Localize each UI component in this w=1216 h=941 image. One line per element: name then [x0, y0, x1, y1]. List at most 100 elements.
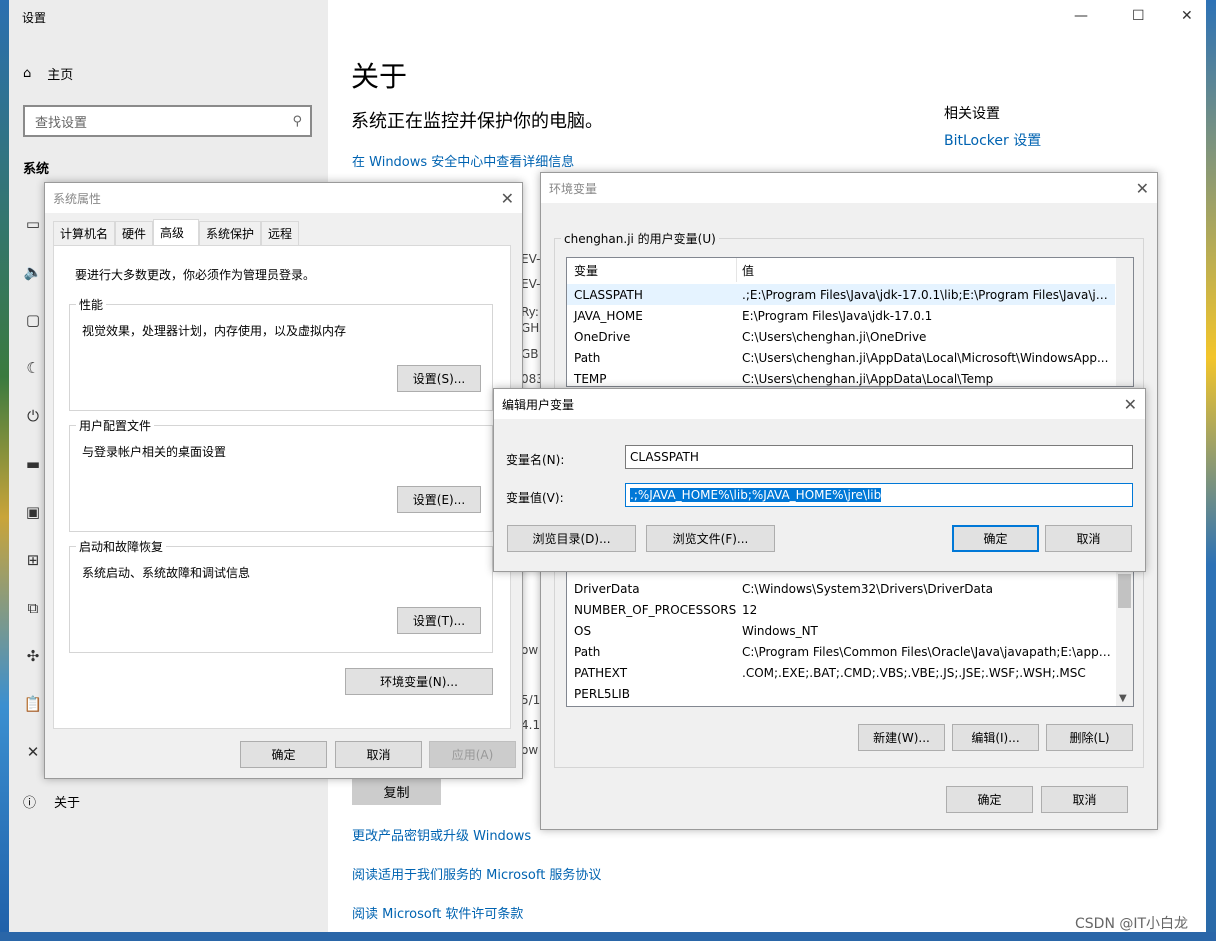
- close-icon[interactable]: ✕: [501, 189, 514, 208]
- change-product-key-link[interactable]: 更改产品密钥或升级 Windows: [352, 825, 531, 844]
- performance-settings-button[interactable]: 设置(S)...: [397, 365, 481, 392]
- tab-computer-name[interactable]: 计算机名: [53, 221, 116, 245]
- variable-value-field[interactable]: .;%JAVA_HOME%\lib;%JAVA_HOME%\jre\lib: [625, 483, 1133, 507]
- variable-value: C:\Program Files\Common Files\Oracle\Jav…: [742, 644, 1112, 659]
- column-name[interactable]: 变量: [574, 262, 598, 279]
- dialog-titlebar[interactable]: 编辑用户变量 ✕: [494, 389, 1145, 419]
- list-item[interactable]: NUMBER_OF_PROCESSORS 12: [567, 599, 1115, 620]
- clipboard-icon[interactable]: 📋: [23, 695, 43, 713]
- browse-file-button[interactable]: 浏览文件(F)...: [646, 525, 775, 552]
- variable-value: C:\Users\chenghan.ji\OneDrive: [742, 329, 927, 344]
- user-profile-label: 用户配置文件: [76, 417, 155, 434]
- nav-about[interactable]: ⓘ 关于: [23, 792, 80, 811]
- edit-variable-button[interactable]: 编辑(I)...: [952, 724, 1039, 751]
- display-icon[interactable]: ▭: [23, 215, 43, 233]
- edit-user-variable-dialog: 编辑用户变量 ✕ 变量名(N): CLASSPATH 变量值(V): .;%JA…: [493, 388, 1146, 572]
- ok-button[interactable]: 确定: [240, 741, 327, 768]
- power-icon[interactable]: ⏻: [23, 407, 43, 425]
- list-item[interactable]: JAVA_HOME E:\Program Files\Java\jdk-17.0…: [567, 305, 1115, 326]
- variable-value-label: 变量值(V):: [506, 491, 564, 505]
- list-item[interactable]: PATHEXT .COM;.EXE;.BAT;.CMD;.VBS;.VBE;.J…: [567, 662, 1115, 683]
- tab-advanced[interactable]: 高级: [153, 219, 200, 245]
- nav-home[interactable]: ⌂ 主页: [23, 64, 73, 83]
- home-icon: ⌂: [23, 66, 32, 81]
- desktop-right-edge: [1206, 0, 1216, 941]
- environment-variables-button[interactable]: 环境变量(N)...: [345, 668, 493, 695]
- variable-name-field[interactable]: CLASSPATH: [625, 445, 1133, 469]
- close-icon[interactable]: ✕: [1181, 8, 1193, 24]
- scrollbar[interactable]: [1116, 258, 1133, 386]
- list-item[interactable]: PERL5LIB: [567, 683, 1115, 704]
- tab-system-protection[interactable]: 系统保护: [199, 221, 262, 245]
- copy-button[interactable]: 复制: [352, 777, 441, 805]
- close-icon[interactable]: ✕: [1136, 179, 1149, 198]
- system-properties-dialog: 系统属性 ✕ 计算机名 硬件 高级 系统保护 远程 要进行大多数更改，你必须作为…: [44, 182, 523, 779]
- tab-remote[interactable]: 远程: [261, 221, 300, 245]
- list-header: 变量 值: [567, 258, 1133, 282]
- delete-variable-button[interactable]: 删除(L): [1046, 724, 1133, 751]
- cancel-button[interactable]: 取消: [1045, 525, 1132, 552]
- performance-desc: 视觉效果，处理器计划，内存使用，以及虚拟内存: [82, 324, 347, 338]
- spec-fragment: 5/1: [521, 693, 541, 707]
- list-item[interactable]: DriverData C:\Windows\System32\Drivers\D…: [567, 578, 1115, 599]
- tab-hardware[interactable]: 硬件: [115, 221, 154, 245]
- notification-icon[interactable]: ▢: [23, 311, 43, 329]
- user-variables-list[interactable]: 变量 值 CLASSPATH .;E:\Program Files\Java\j…: [566, 257, 1134, 387]
- settings-title: 设置: [22, 11, 47, 25]
- maximize-icon[interactable]: ☐: [1132, 8, 1145, 24]
- variable-name: DriverData: [574, 581, 640, 596]
- list-item[interactable]: Path C:\Users\chenghan.ji\AppData\Local\…: [567, 347, 1115, 368]
- nav-about-label: 关于: [54, 796, 81, 811]
- nav-home-label: 主页: [47, 68, 74, 83]
- performance-group: 性能 视觉效果，处理器计划，内存使用，以及虚拟内存 设置(S)...: [69, 296, 493, 411]
- ok-button[interactable]: 确定: [946, 786, 1033, 813]
- startup-recovery-settings-button[interactable]: 设置(T)...: [397, 607, 481, 634]
- shared-experience-icon[interactable]: ✕: [23, 743, 43, 761]
- new-variable-button[interactable]: 新建(W)...: [858, 724, 945, 751]
- ok-button[interactable]: 确定: [952, 525, 1039, 552]
- chevron-down-icon[interactable]: ▼: [1119, 693, 1127, 704]
- license-terms-link[interactable]: 阅读 Microsoft 软件许可条款: [352, 903, 523, 922]
- projecting-icon[interactable]: ✣: [23, 647, 43, 665]
- dialog-titlebar[interactable]: 系统属性 ✕: [45, 183, 522, 213]
- variable-name: TEMP: [574, 371, 607, 386]
- list-item[interactable]: OS Windows_NT: [567, 620, 1115, 641]
- battery-icon[interactable]: ▬: [23, 455, 43, 473]
- sound-icon[interactable]: 🔈: [23, 263, 43, 281]
- bitlocker-link[interactable]: BitLocker 设置: [944, 130, 1041, 150]
- security-center-link[interactable]: 在 Windows 安全中心中查看详细信息: [352, 151, 574, 170]
- minimize-icon[interactable]: —: [1074, 8, 1088, 24]
- cancel-button[interactable]: 取消: [335, 741, 422, 768]
- services-agreement-link[interactable]: 阅读适用于我们服务的 Microsoft 服务协议: [352, 864, 601, 883]
- system-variables-list[interactable]: DriverData C:\Windows\System32\Drivers\D…: [566, 567, 1134, 707]
- tablet-icon[interactable]: ⊞: [23, 551, 43, 569]
- variable-value: C:\Users\chenghan.ji\AppData\Local\Temp: [742, 371, 994, 386]
- dialog-titlebar[interactable]: 环境变量 ✕: [541, 173, 1157, 203]
- focus-assist-icon[interactable]: ☾: [23, 359, 43, 377]
- scrollbar[interactable]: ▼: [1116, 568, 1133, 706]
- list-item[interactable]: OneDrive C:\Users\chenghan.ji\OneDrive: [567, 326, 1115, 347]
- apply-button[interactable]: 应用(A): [429, 741, 516, 768]
- close-icon[interactable]: ✕: [1124, 395, 1137, 414]
- advanced-panel: 要进行大多数更改，你必须作为管理员登录。 性能 视觉效果，处理器计划，内存使用，…: [53, 245, 511, 729]
- list-item[interactable]: TEMP C:\Users\chenghan.ji\AppData\Local\…: [567, 368, 1115, 386]
- scrollbar-thumb[interactable]: [1118, 574, 1131, 608]
- spec-fragment: EV-: [521, 277, 541, 291]
- variable-value: Windows_NT: [742, 623, 818, 638]
- spec-fragment: GB: [521, 347, 539, 361]
- browse-directory-button[interactable]: 浏览目录(D)...: [507, 525, 636, 552]
- tab-strip: 计算机名 硬件 高级 系统保护 远程: [53, 219, 300, 245]
- list-item[interactable]: CLASSPATH .;E:\Program Files\Java\jdk-17…: [567, 284, 1115, 305]
- variable-name: JAVA_HOME: [574, 308, 643, 323]
- user-profile-settings-button[interactable]: 设置(E)...: [397, 486, 481, 513]
- watermark: CSDN @IT小白龙: [1075, 916, 1189, 932]
- multitasking-icon[interactable]: ⧉: [23, 599, 43, 617]
- column-value[interactable]: 值: [742, 262, 754, 279]
- selected-value-text: .;%JAVA_HOME%\lib;%JAVA_HOME%\jre\lib: [630, 488, 882, 502]
- search-input[interactable]: 查找设置 ⚲: [23, 105, 312, 137]
- storage-icon[interactable]: ▣: [23, 503, 43, 521]
- page-subtitle: 系统正在监控并保护你的电脑。: [351, 111, 603, 132]
- cancel-button[interactable]: 取消: [1041, 786, 1128, 813]
- list-item[interactable]: Path C:\Program Files\Common Files\Oracl…: [567, 641, 1115, 662]
- spec-fragment: Ry:: [521, 305, 539, 319]
